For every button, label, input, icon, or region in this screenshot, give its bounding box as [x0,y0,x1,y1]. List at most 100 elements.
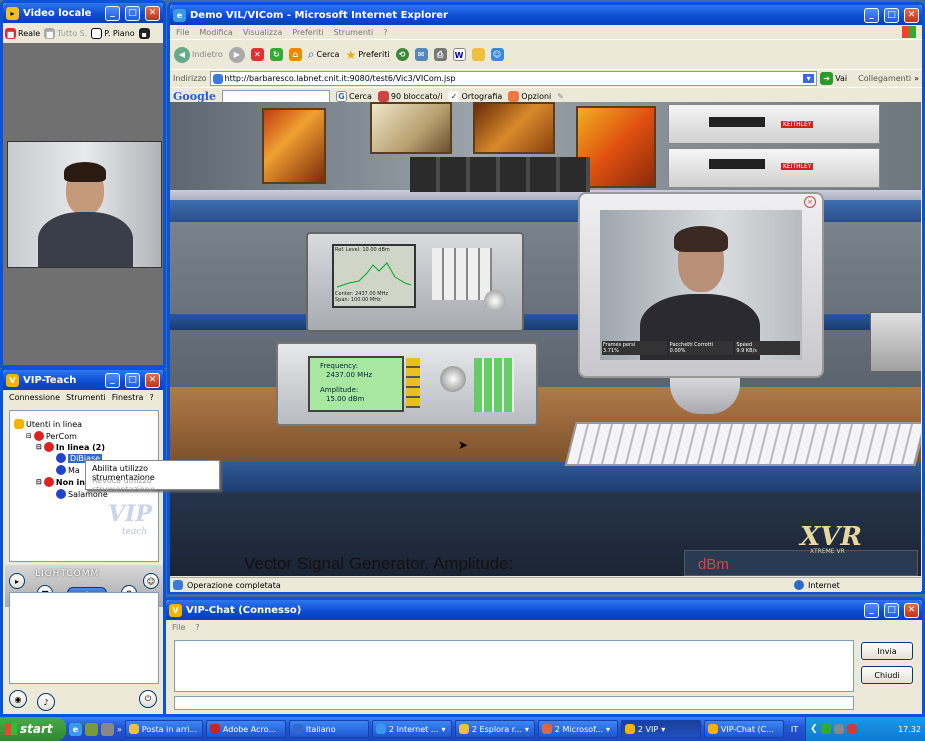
tray-volume-icon[interactable] [833,724,844,734]
home-icon[interactable]: ⌂ [288,48,302,61]
globe-icon [794,580,804,590]
task-internet[interactable]: 2 Internet ... ▾ [371,720,452,738]
monitor-close-icon[interactable]: × [804,196,816,208]
menu-help[interactable]: ? [195,623,199,632]
collapse-icon[interactable]: ⊟ [36,478,42,486]
mic-button[interactable]: ♪ [37,693,55,711]
chat-history[interactable] [174,640,854,692]
task-vip-chat[interactable]: VIP-Chat (C... [703,720,784,738]
mail-icon[interactable]: ✉ [414,48,428,61]
analyzer-knob[interactable] [484,290,506,312]
popup-blocker-button[interactable]: 90 bloccato/i [377,91,442,102]
links-button[interactable]: Collegamenti [858,74,911,83]
generator-knob[interactable] [440,366,466,392]
menu-connessione[interactable]: Connessione [9,393,60,402]
ie-toolbar: ◀ Indietro ▶ ✕ ↻ ⌂ ⌕ Cerca ★ Preferiti ⟲ ✉ … [170,39,922,69]
minimize-button[interactable]: _ [105,372,120,388]
keyboard[interactable] [564,422,921,466]
quicklaunch-ie-icon[interactable]: e [69,722,82,736]
full-screen-button[interactable]: ■ Tutto S. [44,27,87,39]
menu-modifica[interactable]: Modifica [199,28,232,37]
menu-file[interactable]: File [172,623,185,632]
generator-softkeys[interactable] [406,358,420,408]
refresh-icon[interactable]: ↻ [269,48,283,61]
print-icon[interactable]: ⎙ [433,48,447,61]
collapse-icon[interactable]: ⊟ [36,443,42,451]
power-button[interactable]: ⏻ [139,690,157,708]
chat-input[interactable] [174,696,854,710]
back-button[interactable]: ◀ Indietro [174,46,223,63]
task-esplora[interactable]: 2 Esplora r... ▾ [454,720,535,738]
quicklaunch-desktop-icon[interactable] [85,722,98,736]
menu-visualizza[interactable]: Visualizza [243,28,282,37]
task-adobe[interactable]: Adobe Acro... [205,720,286,738]
forward-icon[interactable]: ▶ [228,46,245,63]
language-indicator[interactable]: IT [791,725,798,734]
menu-help[interactable]: ? [149,393,153,402]
menu-preferiti[interactable]: Preferiti [292,28,323,37]
favorites-button[interactable]: ★ Preferiti [345,48,389,62]
analyzer-keypad[interactable] [432,248,492,300]
collapse-icon[interactable]: ⊟ [26,432,32,440]
minimize-button[interactable]: _ [864,7,879,23]
search-button[interactable]: ⌕ Cerca [308,47,340,62]
play-button[interactable]: ▸ [9,573,25,589]
real-size-button[interactable]: ■ Reale [5,27,40,39]
messenger-icon[interactable]: ☺ [490,48,504,61]
tray-expand-icon[interactable]: ❮ [810,724,818,734]
globe-button[interactable]: ◉ [9,690,27,708]
menu-help[interactable]: ? [383,28,387,37]
user-button[interactable]: ☺ [143,573,159,589]
maximize-button[interactable]: □ [125,372,140,388]
close-button[interactable]: ✕ [904,7,919,23]
tree-user-ma[interactable]: Ma [56,465,80,475]
task-italiano[interactable]: Italiano [288,720,369,738]
dropdown-arrow-icon[interactable]: ▾ [803,74,815,83]
options-button[interactable]: Opzioni [508,91,551,102]
close-button[interactable]: ✕ [145,372,160,388]
history-icon[interactable]: ⟲ [395,48,409,61]
tray-network-icon[interactable] [820,724,831,734]
tree-group[interactable]: ⊟ PerCom [26,431,77,441]
first-plane-button[interactable]: P. Piano [91,27,135,39]
word-icon [292,724,303,734]
send-button[interactable]: Invia [861,642,913,660]
maximize-button[interactable]: □ [125,5,140,21]
spectrum-analyzer[interactable]: Ref. Level: 10.00 dBm Center: 2437.00 MH… [306,232,524,332]
google-search-button[interactable]: G Cerca [335,91,372,102]
tray-security-icon[interactable] [846,724,857,734]
quicklaunch-media-icon[interactable] [101,722,114,736]
generator-keypad[interactable] [474,358,514,412]
menu-enable-instruments[interactable]: Abilita utilizzo strumentazione [92,464,213,482]
maximize-button[interactable]: □ [884,602,899,618]
close-button[interactable]: ✕ [904,602,919,618]
menu-file[interactable]: File [176,28,189,37]
folder-icon[interactable] [471,48,485,61]
close-chat-button[interactable]: Chiudi [861,666,913,684]
tree-online[interactable]: ⊟ In linea (2) [36,442,105,452]
minimize-button[interactable]: _ [864,602,879,618]
pencil-icon[interactable]: ✎ [557,92,564,101]
go-button[interactable]: ➔ Vai [820,72,847,85]
minimize-button[interactable]: _ [105,5,120,21]
maximize-button[interactable]: □ [884,7,899,23]
pin-icon[interactable]: ▪ [138,27,150,39]
menu-strumenti[interactable]: Strumenti [66,393,106,402]
edit-icon[interactable]: W [452,48,466,61]
menu-finestra[interactable]: Finestra [112,393,144,402]
task-microsoft[interactable]: 2 Microsof... ▾ [537,720,618,738]
lab-scene[interactable]: KEITHLEY KEITHLEY Ref. Level: 10.00 dBm … [170,102,921,576]
signal-generator[interactable]: Frequency: 2437.00 MHz Amplitude: 15.00 … [276,342,538,426]
menu-strumenti[interactable]: Strumenti [334,28,374,37]
quicklaunch-chevron-icon[interactable]: » [117,725,122,734]
close-button[interactable]: ✕ [145,5,160,21]
tree-root[interactable]: Utenti in linea [14,419,82,429]
address-input[interactable]: http://barbaresco.labnet.cnit.it:9080/te… [209,71,818,86]
chevron-right-icon[interactable]: » [914,74,919,83]
start-button[interactable]: start [0,717,66,741]
task-vip[interactable]: 2 VIP ▾ [620,720,701,738]
spelling-button[interactable]: ✓ Ortografia [448,91,502,102]
stop-icon[interactable]: ✕ [250,48,264,61]
tree-offline[interactable]: ⊟ Non in [36,477,85,487]
task-posta[interactable]: Posta in arri... [124,720,203,738]
